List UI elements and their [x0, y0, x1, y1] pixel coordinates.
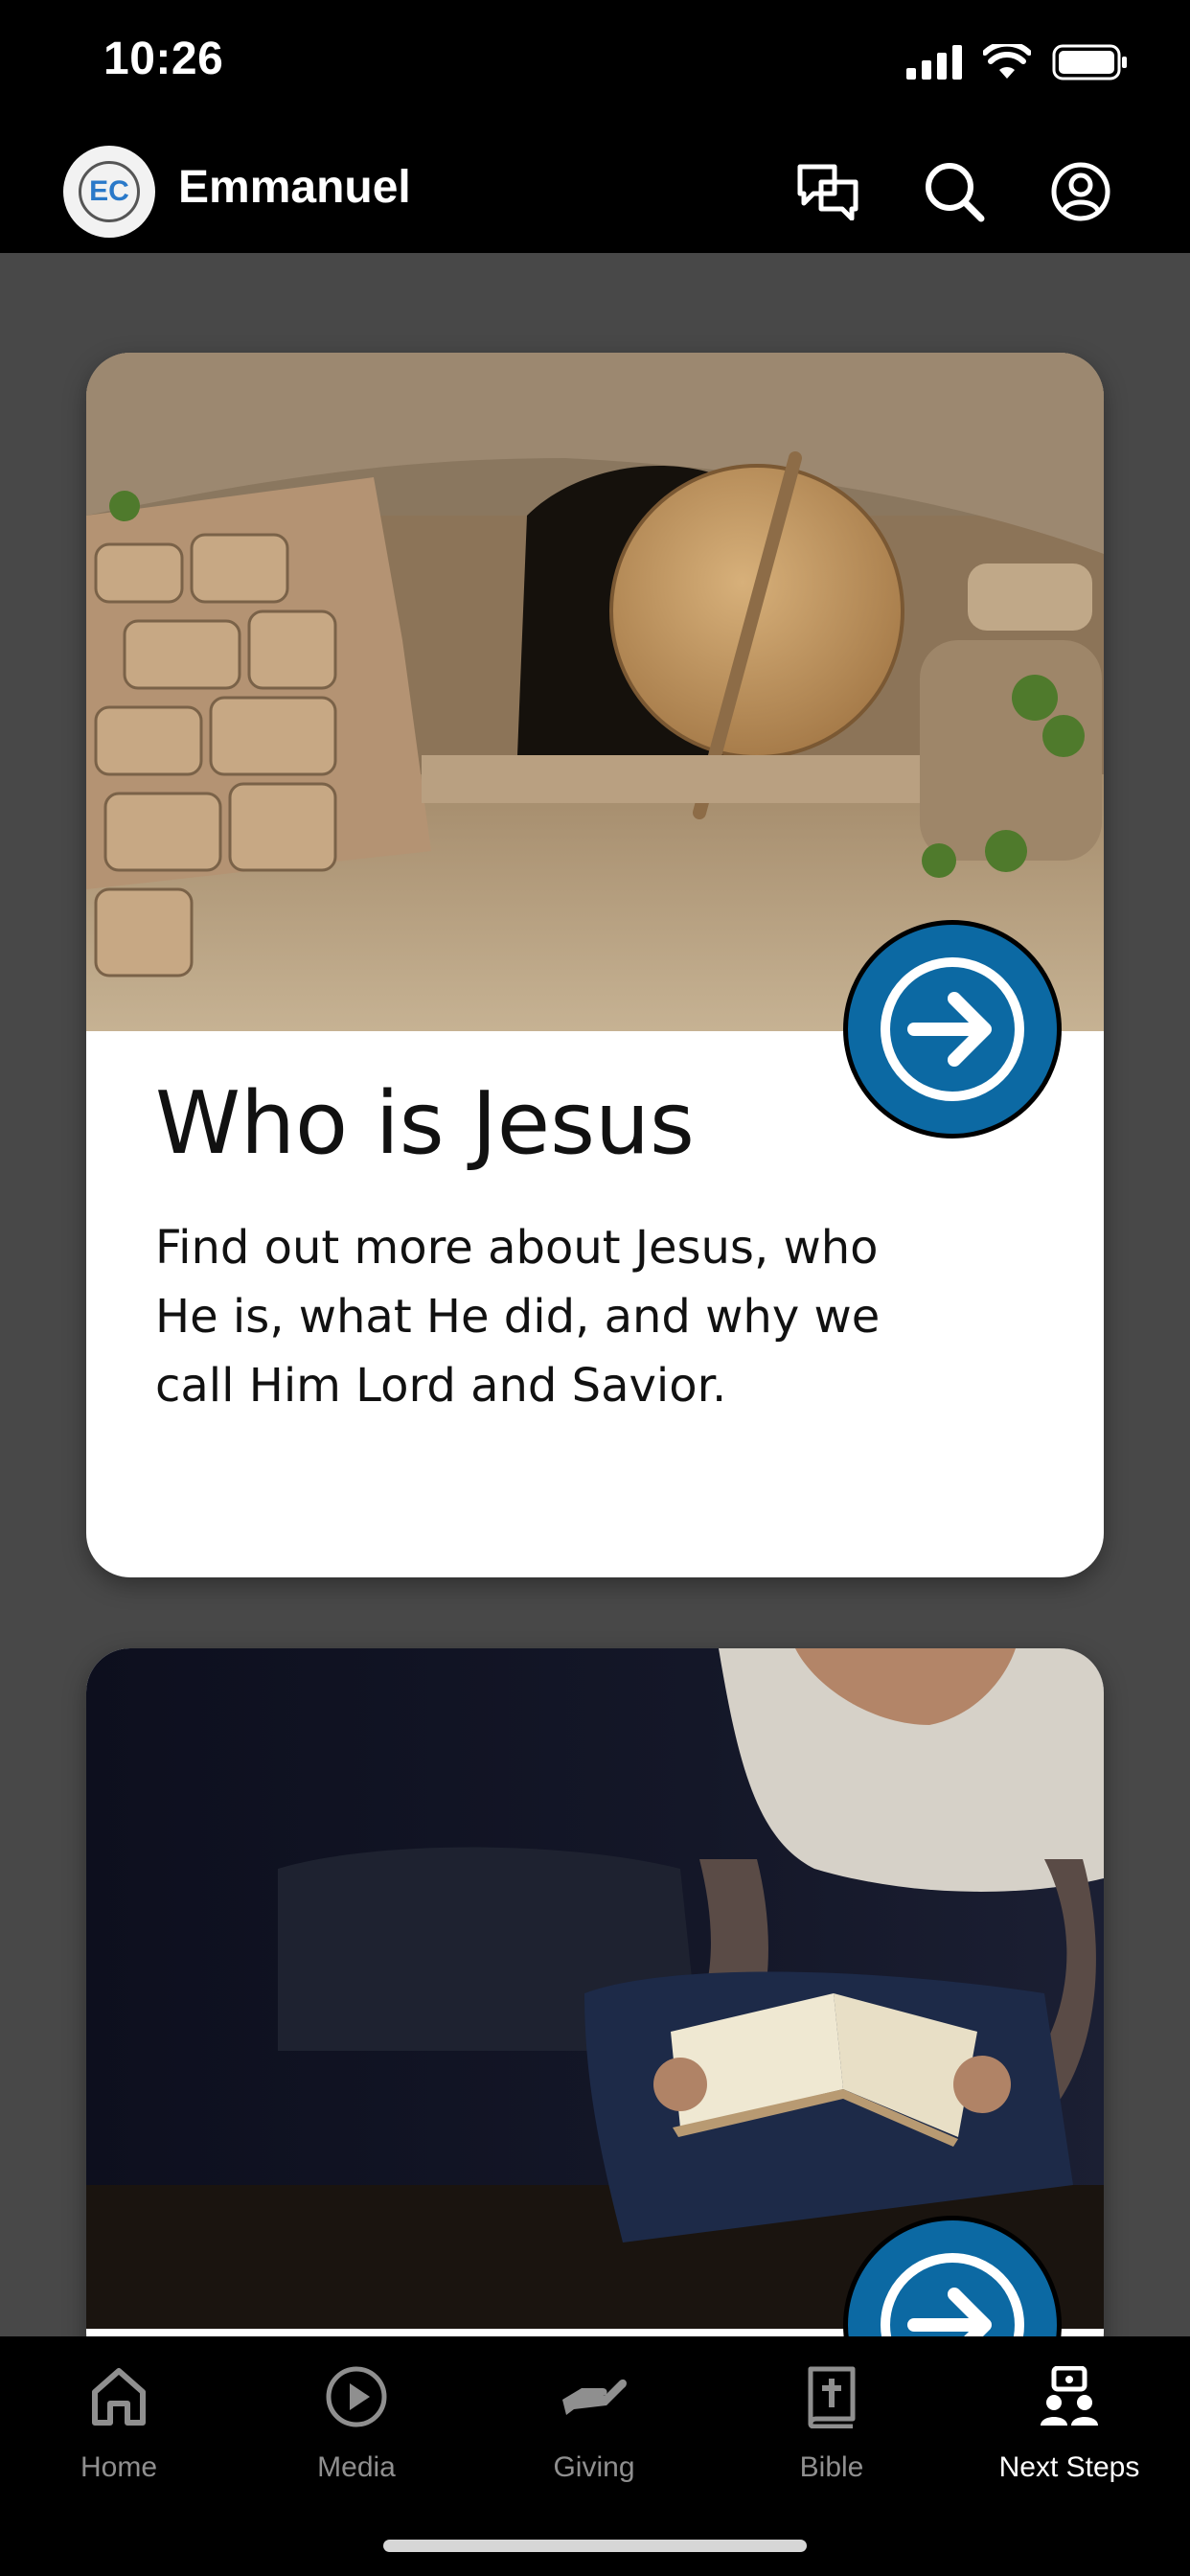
next-steps-icon: [1041, 2366, 1098, 2426]
chat-bubbles-icon: [797, 164, 858, 220]
tab-media-label: Media: [317, 2451, 396, 2483]
tab-home[interactable]: Home: [13, 2358, 224, 2484]
church-logo-initials: EC: [79, 161, 140, 222]
card-description: Find out more about Jesus, who He is, wh…: [155, 1221, 881, 1413]
battery-icon: [1052, 44, 1127, 80]
tab-bible-label: Bible: [799, 2451, 864, 2483]
search-button[interactable]: [918, 155, 991, 228]
status-time: 10:26: [103, 34, 224, 84]
search-icon: [926, 163, 985, 222]
app-title: Emmanuel: [178, 162, 411, 213]
card-open-button[interactable]: [843, 920, 1062, 1138]
home-icon: [92, 2368, 146, 2426]
home-indicator: [383, 2540, 807, 2552]
tab-giving-label: Giving: [553, 2451, 635, 2483]
giving-hand-icon: [562, 2379, 627, 2415]
tab-media[interactable]: Media: [251, 2358, 462, 2484]
user-account-icon: [1051, 162, 1110, 221]
card-title: Who is Jesus: [155, 1073, 695, 1174]
app-header: EC Emmanuel: [0, 134, 1190, 253]
tab-giving[interactable]: Giving: [489, 2358, 699, 2484]
status-bar: 10:26: [0, 0, 1190, 134]
tab-home-label: Home: [80, 2451, 158, 2483]
cellular-signal-icon: [906, 45, 962, 80]
tab-next-steps-label: Next Steps: [998, 2451, 1140, 2483]
status-icons: [906, 44, 1129, 80]
profile-button[interactable]: [1044, 155, 1117, 228]
play-icon: [326, 2366, 387, 2427]
tab-bible[interactable]: Bible: [726, 2358, 937, 2484]
arrow-right-circle-icon: [881, 957, 1024, 1101]
bible-icon: [808, 2366, 856, 2428]
tab-next-steps[interactable]: Next Steps: [964, 2358, 1175, 2484]
messages-button[interactable]: [791, 155, 864, 228]
church-logo-avatar[interactable]: EC: [63, 146, 155, 238]
wifi-icon: [983, 44, 1031, 79]
